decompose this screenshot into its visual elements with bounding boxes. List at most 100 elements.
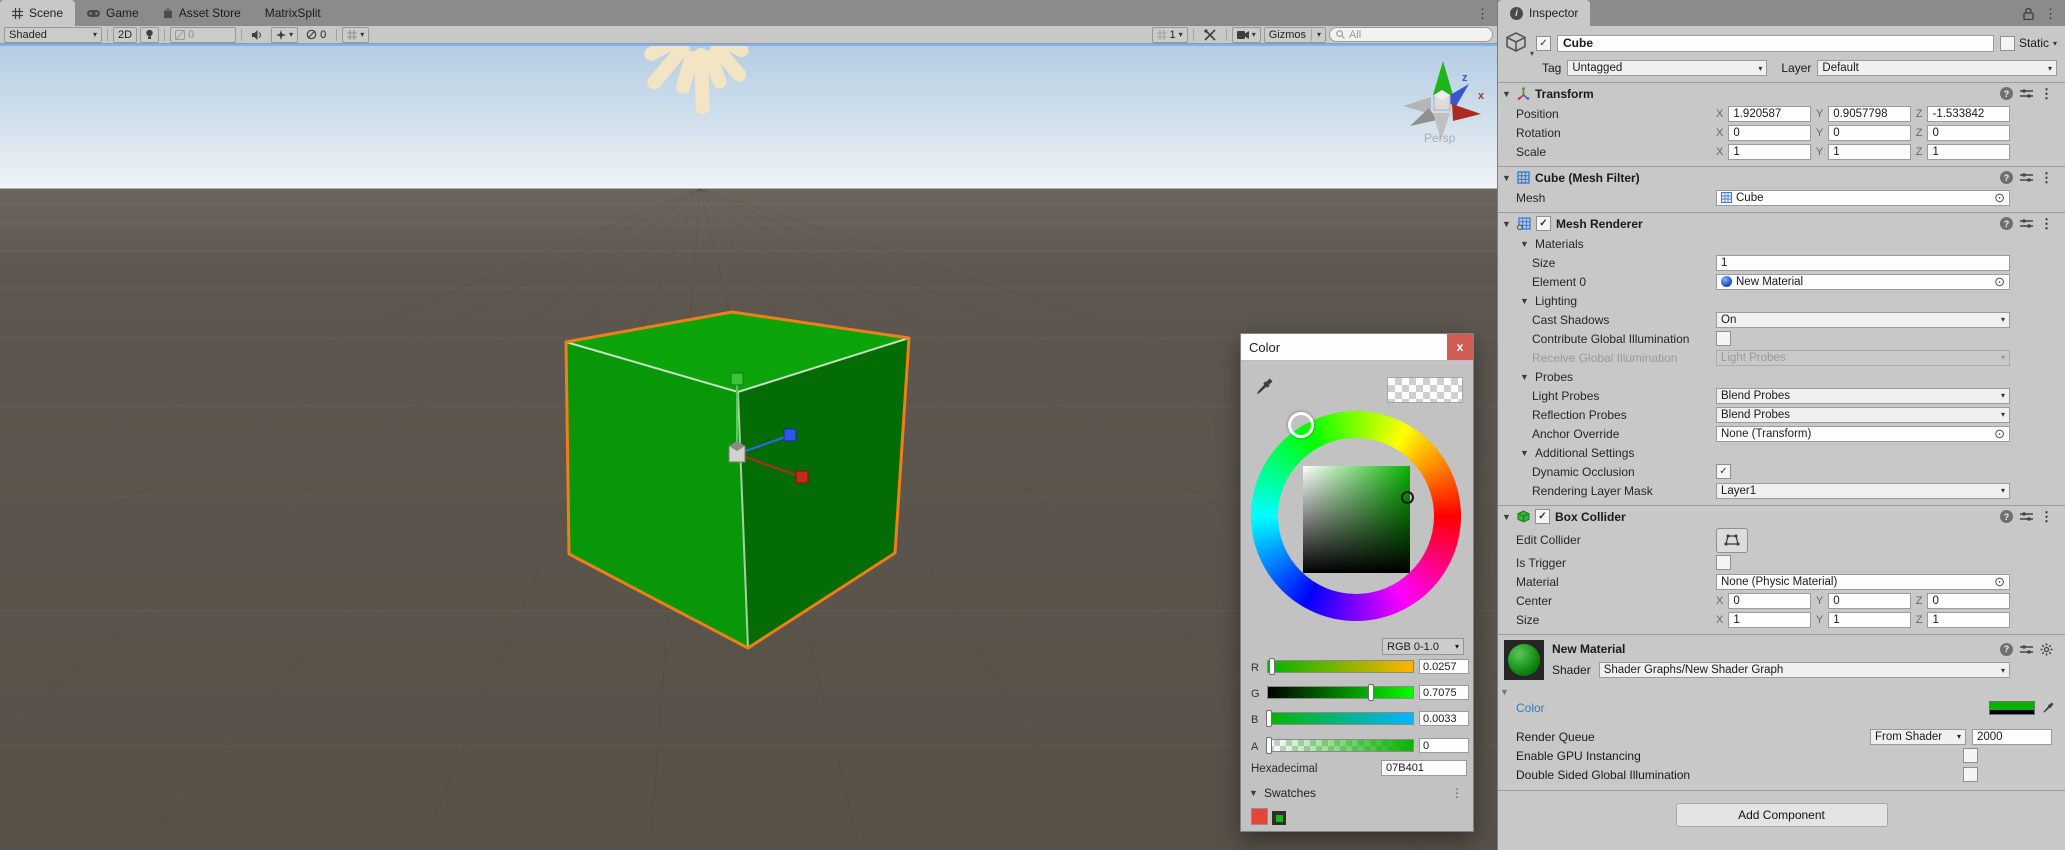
shading-mode-dropdown[interactable]: Shaded ▾	[4, 27, 102, 43]
snap-increment-dropdown[interactable]: 1 ▾	[1152, 27, 1188, 43]
position-x-input[interactable]: 1.920587	[1728, 106, 1811, 122]
static-checkbox[interactable]	[2000, 36, 2015, 51]
channel-r-value[interactable]: 0.0257	[1419, 659, 1469, 674]
rotation-y-input[interactable]: 0	[1828, 125, 1911, 141]
rotation-z-input[interactable]: 0	[1927, 125, 2010, 141]
swatches-menu-icon[interactable]: ⋮	[1451, 786, 1463, 800]
center-x-input[interactable]: 0	[1728, 593, 1811, 609]
eyedropper-icon[interactable]	[2041, 701, 2055, 715]
exposure-control[interactable]: 0	[170, 27, 236, 43]
tab-inspector[interactable]: i Inspector	[1498, 0, 1590, 26]
slider-thumb[interactable]	[1368, 684, 1374, 701]
center-y-input[interactable]: 0	[1828, 593, 1911, 609]
channel-a-slider[interactable]	[1267, 739, 1414, 752]
size-x-input[interactable]: 1	[1728, 612, 1811, 628]
swatches-foldout[interactable]: ▼ Swatches	[1249, 786, 1316, 800]
scale-y-input[interactable]: 1	[1828, 144, 1911, 160]
color-dialog-titlebar[interactable]: Color x	[1241, 334, 1473, 361]
scale-x-input[interactable]: 1	[1728, 144, 1811, 160]
slider-thumb[interactable]	[1266, 710, 1272, 727]
mesh-renderer-header[interactable]: ▼ ✓ Mesh Renderer ? ⋮	[1498, 213, 2065, 234]
mesh-object-field[interactable]: Cube ⊙	[1716, 190, 2010, 206]
material-preview-sphere[interactable]	[1504, 640, 1544, 680]
component-menu-icon[interactable]: ⋮	[2040, 171, 2053, 184]
scene-tab-menu-icon[interactable]: ⋮	[1476, 7, 1489, 20]
materials-foldout[interactable]: ▼Materials	[1498, 234, 2065, 253]
rendering-layer-mask-dropdown[interactable]: Layer1 ▾	[1716, 483, 2010, 499]
tab-scene[interactable]: Scene	[0, 0, 75, 26]
material-foldout-icon[interactable]: ▼	[1500, 687, 1509, 697]
saturation-value-box[interactable]	[1303, 466, 1410, 573]
gpu-instancing-checkbox[interactable]	[1963, 748, 1978, 763]
additional-settings-foldout[interactable]: ▼Additional Settings	[1498, 443, 2065, 462]
tab-game[interactable]: Game	[75, 0, 151, 26]
layer-dropdown[interactable]: Default ▾	[1817, 60, 2057, 76]
scale-z-input[interactable]: 1	[1927, 144, 2010, 160]
slider-thumb[interactable]	[1266, 737, 1272, 754]
mesh-renderer-enabled-checkbox[interactable]: ✓	[1536, 216, 1551, 231]
presets-icon[interactable]	[2020, 644, 2033, 655]
camera-dropdown[interactable]: ▾	[1232, 27, 1261, 43]
object-picker-icon[interactable]: ⊙	[1994, 427, 2005, 440]
render-queue-dropdown[interactable]: From Shader ▾	[1870, 729, 1966, 745]
size-y-input[interactable]: 1	[1828, 612, 1911, 628]
element0-object-field[interactable]: New Material ⊙	[1716, 274, 2010, 290]
channel-g-value[interactable]: 0.7075	[1419, 685, 1469, 700]
lock-icon[interactable]	[2023, 7, 2034, 20]
material-color-swatch[interactable]	[1989, 701, 2035, 715]
eyedropper-button[interactable]	[1253, 376, 1275, 398]
shader-dropdown[interactable]: Shader Graphs/New Shader Graph ▾	[1599, 662, 2010, 678]
color-mode-dropdown[interactable]: RGB 0-1.0 ▾	[1382, 638, 1464, 655]
anchor-override-object-field[interactable]: None (Transform) ⊙	[1716, 426, 2010, 442]
gear-icon[interactable]	[2040, 643, 2053, 656]
physic-material-object-field[interactable]: None (Physic Material) ⊙	[1716, 574, 2010, 590]
component-menu-icon[interactable]: ⋮	[2040, 510, 2053, 523]
help-icon[interactable]: ?	[2000, 643, 2013, 656]
help-icon[interactable]: ?	[2000, 171, 2013, 184]
render-queue-value-input[interactable]: 2000	[1972, 729, 2052, 745]
dynamic-occlusion-checkbox[interactable]: ✓	[1716, 464, 1731, 479]
tools-button[interactable]	[1199, 27, 1221, 43]
tab-matrixsplit[interactable]: MatrixSplit	[253, 0, 333, 26]
scene-lighting-button[interactable]	[140, 27, 159, 43]
is-trigger-checkbox[interactable]	[1716, 555, 1731, 570]
help-icon[interactable]: ?	[2000, 87, 2013, 100]
swatch-red[interactable]	[1251, 808, 1268, 825]
object-picker-icon[interactable]: ⊙	[1994, 191, 2005, 204]
component-menu-icon[interactable]: ⋮	[2040, 87, 2053, 100]
presets-icon[interactable]	[2020, 511, 2033, 522]
probes-foldout[interactable]: ▼Probes	[1498, 367, 2065, 386]
double-sided-gi-checkbox[interactable]	[1963, 767, 1978, 782]
edit-collider-button[interactable]	[1716, 528, 1748, 553]
saturation-value-handle[interactable]	[1401, 491, 1414, 504]
tag-dropdown[interactable]: Untagged ▾	[1567, 60, 1767, 76]
gameobject-name-input[interactable]: Cube	[1557, 35, 1994, 52]
channel-b-slider[interactable]	[1267, 712, 1414, 725]
presets-icon[interactable]	[2020, 172, 2033, 183]
cast-shadows-dropdown[interactable]: On ▾	[1716, 312, 2010, 328]
hue-handle[interactable]	[1288, 412, 1314, 438]
reflection-probes-dropdown[interactable]: Blend Probes ▾	[1716, 407, 2010, 423]
presets-icon[interactable]	[2020, 88, 2033, 99]
slider-thumb[interactable]	[1269, 658, 1275, 675]
inspector-menu-icon[interactable]: ⋮	[2044, 7, 2057, 20]
material-header[interactable]: New Material ? Shader	[1498, 635, 2065, 682]
effects-dropdown[interactable]: ▾	[271, 27, 298, 43]
hexadecimal-input[interactable]: 07B401	[1381, 760, 1467, 776]
rotation-x-input[interactable]: 0	[1728, 125, 1811, 141]
gameobject-enabled-checkbox[interactable]: ✓	[1536, 36, 1551, 51]
center-z-input[interactable]: 0	[1927, 593, 2010, 609]
transform-header[interactable]: ▼ Transform ? ⋮	[1498, 83, 2065, 104]
material-color-label[interactable]: Color	[1516, 701, 1545, 715]
static-dropdown-icon[interactable]: ▾	[2053, 39, 2057, 48]
object-picker-icon[interactable]: ⊙	[1994, 275, 2005, 288]
channel-a-value[interactable]: 0	[1419, 738, 1469, 753]
size-z-input[interactable]: 1	[1927, 612, 2010, 628]
channel-g-slider[interactable]	[1267, 686, 1414, 699]
perspective-label[interactable]: Persp	[1424, 131, 1455, 145]
lighting-foldout[interactable]: ▼Lighting	[1498, 291, 2065, 310]
close-button[interactable]: x	[1447, 334, 1473, 360]
toggle-2d-button[interactable]: 2D	[113, 27, 137, 43]
channel-r-slider[interactable]	[1267, 660, 1414, 673]
help-icon[interactable]: ?	[2000, 510, 2013, 523]
